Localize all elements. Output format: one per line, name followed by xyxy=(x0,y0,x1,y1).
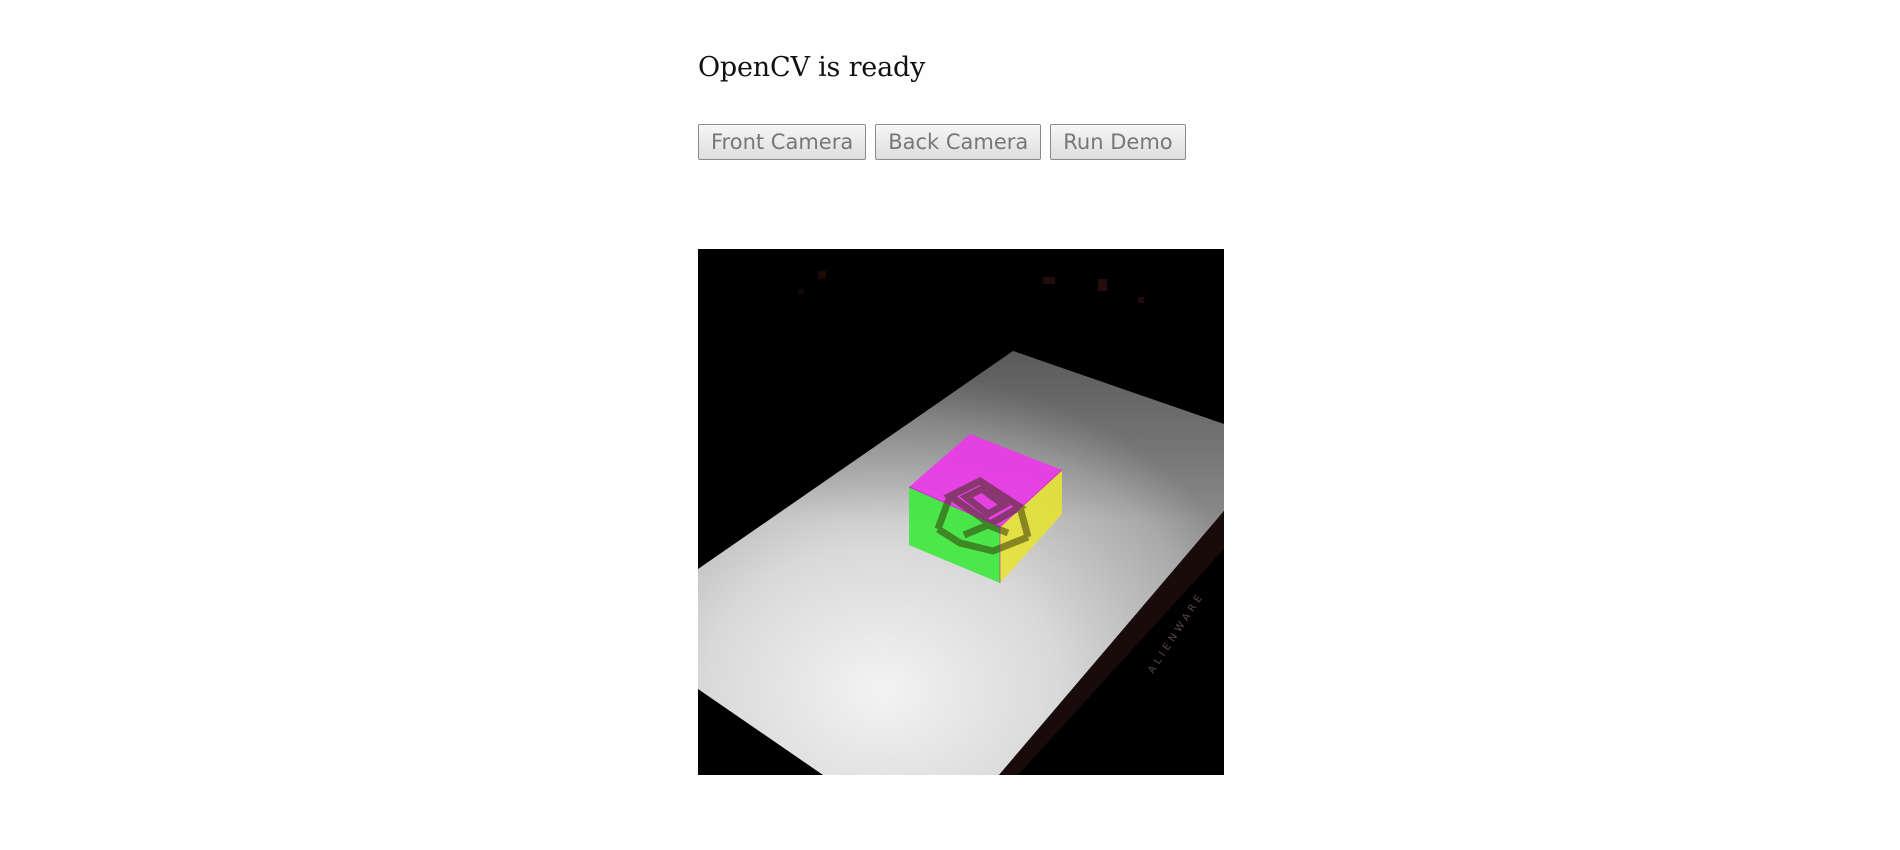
camera-controls: Front Camera Back Camera Run Demo xyxy=(698,124,1186,160)
page: OpenCV is ready Front Camera Back Camera… xyxy=(0,0,1900,850)
opencv-status-text: OpenCV is ready xyxy=(698,52,926,83)
back-camera-button[interactable]: Back Camera xyxy=(875,124,1042,160)
camera-feed-image: ALIENWARE xyxy=(698,249,1224,775)
front-camera-button[interactable]: Front Camera xyxy=(698,124,867,160)
camera-canvas: ALIENWARE xyxy=(698,249,1224,775)
run-demo-button[interactable]: Run Demo xyxy=(1050,124,1186,160)
